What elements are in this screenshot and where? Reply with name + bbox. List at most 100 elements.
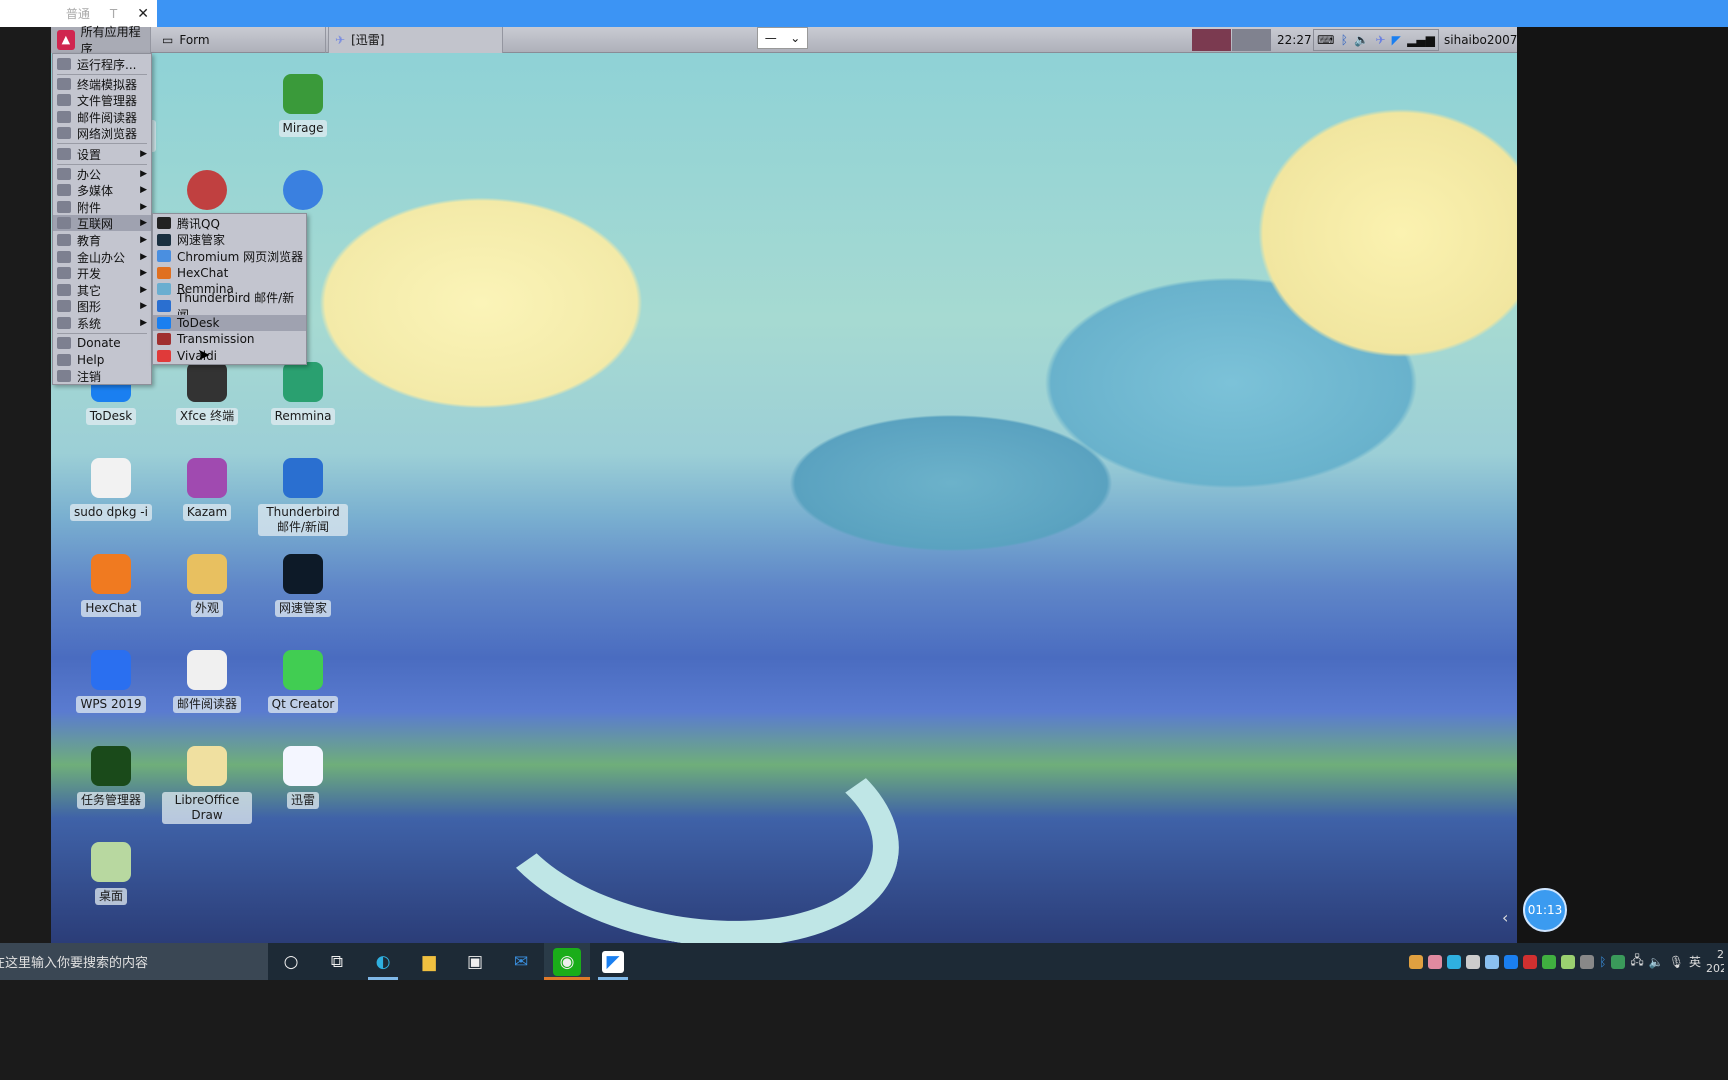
desktop-icon[interactable]: WPS 2019	[66, 650, 156, 713]
applications-menu-button[interactable]: ▲ 所有应用程序	[51, 25, 151, 56]
desktop-icon[interactable]: sudo dpkg -i	[66, 458, 156, 521]
submenu-item[interactable]: Chromium 网页浏览器	[153, 248, 306, 264]
recording-timer[interactable]: 01:13	[1523, 888, 1567, 932]
cloud-icon[interactable]	[1485, 954, 1500, 969]
desktop-icon-label: 邮件阅读器	[172, 696, 241, 713]
submenu-item[interactable]: HexChat	[153, 265, 306, 281]
submenu-item[interactable]: Transmission	[153, 331, 306, 347]
todesk-taskbar-icon[interactable]: ◤	[590, 943, 636, 980]
workspace-1[interactable]	[1192, 29, 1231, 51]
panel-username[interactable]: sihaibo2007	[1444, 27, 1517, 53]
mail-icon[interactable]: ✉	[498, 943, 544, 980]
menu-item[interactable]: 互联网 ▶	[53, 215, 151, 231]
desktop-icon-label: Qt Creator	[267, 696, 339, 713]
defender-icon[interactable]	[1611, 954, 1626, 969]
menu-item[interactable]: 设置 ▶	[53, 146, 151, 162]
settings-icon	[57, 148, 71, 160]
input-mode[interactable]: 普通	[66, 5, 90, 22]
task-button-xunlei[interactable]: ✈ [迅雷]	[328, 26, 503, 53]
close-icon[interactable]: ✕	[137, 6, 149, 22]
tray-app-icon[interactable]	[1428, 954, 1443, 969]
menu-item[interactable]: 系统 ▶	[53, 315, 151, 331]
desktop-icon[interactable]: Xfce 终端	[162, 362, 252, 425]
donate-icon	[57, 337, 71, 349]
menu-item[interactable]: 注销	[53, 368, 151, 384]
todesk-tray-icon[interactable]	[1504, 954, 1519, 969]
workspace-2[interactable]	[1232, 29, 1271, 51]
network-icon[interactable]: 🖧	[1630, 951, 1643, 972]
menu-item[interactable]: 教育 ▶	[53, 232, 151, 248]
desktop-app-icon[interactable]	[283, 170, 323, 210]
collapse-chevron-icon[interactable]: ‹	[1502, 908, 1508, 927]
bluetooth-icon[interactable]: ᛒ	[1341, 33, 1348, 47]
menu-item[interactable]: 开发 ▶	[53, 265, 151, 281]
desktop-icon[interactable]: Mirage	[258, 74, 348, 137]
menu-item[interactable]: 办公 ▶	[53, 166, 151, 182]
todesk-tray-icon[interactable]: ◤	[1392, 33, 1401, 47]
menu-item[interactable]: 其它 ▶	[53, 282, 151, 298]
security-icon[interactable]	[1542, 954, 1557, 969]
desktop-icon[interactable]: 迅雷	[258, 746, 348, 809]
bluetooth-icon[interactable]: ᛒ	[1599, 955, 1606, 969]
submenu-item[interactable]: 腾讯QQ	[153, 215, 306, 231]
desktop-icon[interactable]: 邮件阅读器	[162, 650, 252, 713]
panel-clock[interactable]: 22:27	[1277, 27, 1312, 53]
menu-item[interactable]: 附件 ▶	[53, 199, 151, 215]
desktop-icon[interactable]: 外观	[162, 554, 252, 617]
xunlei-tray-icon[interactable]: ✈	[1375, 33, 1385, 47]
submenu-item[interactable]: Thunderbird 邮件/新闻	[153, 291, 306, 322]
desktop-icon[interactable]: 任务管理器	[66, 746, 156, 809]
menu-item[interactable]: 运行程序...	[53, 56, 151, 72]
menu-item[interactable]: 邮件阅读器	[53, 109, 151, 125]
taskbar-search-input[interactable]: 在这里输入你要搜索的内容	[0, 943, 268, 980]
onedrive-icon[interactable]	[1466, 954, 1481, 969]
menu-item-label: 网络浏览器	[77, 126, 138, 141]
desktop-app-icon[interactable]	[187, 170, 227, 210]
desktop-icon-label: Kazam	[182, 504, 232, 521]
submenu-item-label: 网速管家	[177, 233, 226, 248]
submenu-item[interactable]: ToDesk	[153, 314, 306, 331]
menu-item[interactable]: Donate	[53, 335, 151, 351]
wechat-icon[interactable]: ◉	[544, 943, 590, 980]
task-button-form[interactable]: ▭ Form	[156, 26, 326, 53]
wps-tray-icon[interactable]	[1523, 954, 1538, 969]
keyboard-icon[interactable]: ⌨	[1317, 33, 1334, 47]
system-clock[interactable]: 2 202	[1706, 948, 1724, 976]
edge-tray-icon[interactable]	[1447, 954, 1462, 969]
usb-icon[interactable]	[1580, 954, 1595, 969]
menu-item[interactable]: 网络浏览器	[53, 125, 151, 141]
menu-item[interactable]: 图形 ▶	[53, 298, 151, 314]
wechat-tray-icon[interactable]	[1561, 954, 1576, 969]
submenu-item[interactable]: 网速管家	[153, 232, 306, 248]
desktop-icon[interactable]: Remmina	[258, 362, 348, 425]
qq-tray-icon[interactable]	[1409, 954, 1424, 969]
volume-icon[interactable]: 🔈	[1649, 955, 1664, 969]
desktop-icon[interactable]: Qt Creator	[258, 650, 348, 713]
layout-selector[interactable]: — ⌄	[757, 27, 808, 49]
menu-item[interactable]: 终端模拟器	[53, 76, 151, 92]
menu-item[interactable]: 文件管理器	[53, 92, 151, 108]
ime-indicator[interactable]: 英	[1689, 953, 1701, 970]
text-mode-icon[interactable]: T	[110, 7, 117, 21]
desktop-icon[interactable]: 网速管家	[258, 554, 348, 617]
desktop-icon[interactable]: Thunderbird 邮件/新闻	[258, 458, 348, 536]
desktop-icon[interactable]: HexChat	[66, 554, 156, 617]
volume-icon[interactable]: 🔈	[1354, 33, 1369, 47]
network-signal-icon[interactable]: ▂▄▆	[1407, 33, 1435, 47]
task-view-icon[interactable]: ⧉	[314, 943, 360, 980]
store-icon[interactable]: ▣	[452, 943, 498, 980]
menu-separator	[57, 143, 147, 144]
edge-icon[interactable]: ◐	[360, 943, 406, 980]
desktop-icon[interactable]: Kazam	[162, 458, 252, 521]
menu-item[interactable]: 多媒体 ▶	[53, 182, 151, 198]
menu-item[interactable]: Help	[53, 352, 151, 368]
desktop-icon[interactable]: 桌面	[66, 842, 156, 905]
menu-item[interactable]: 金山办公 ▶	[53, 249, 151, 265]
desktop-icon[interactable]: LibreOffice Draw	[162, 746, 252, 824]
microphone-icon[interactable]: 🎙	[1669, 955, 1684, 969]
file-explorer-icon[interactable]: ▆	[406, 943, 452, 980]
other-icon	[57, 284, 71, 296]
cortana-icon[interactable]: ○	[268, 943, 314, 980]
internet-submenu: 腾讯QQ 网速管家 Chromium 网页浏览器 HexChat Remmina Thun…	[152, 213, 307, 365]
submenu-item[interactable]: Vivaldi	[153, 348, 306, 364]
